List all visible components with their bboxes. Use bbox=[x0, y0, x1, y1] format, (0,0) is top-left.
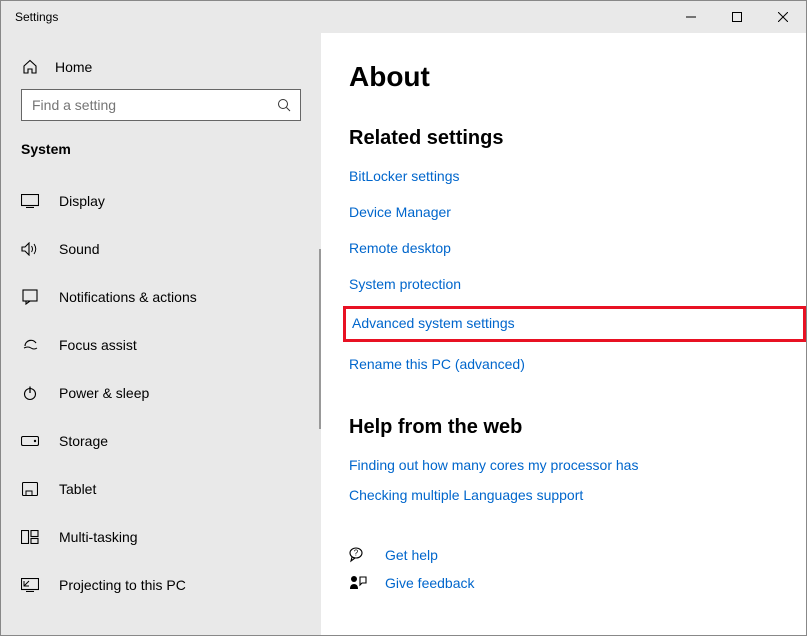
nav-item-power-sleep[interactable]: Power & sleep bbox=[1, 369, 321, 417]
nav-item-sound[interactable]: Sound bbox=[1, 225, 321, 273]
nav-label: Multi-tasking bbox=[59, 529, 138, 545]
nav-item-tablet[interactable]: Tablet bbox=[1, 465, 321, 513]
projecting-icon bbox=[21, 578, 39, 592]
home-button[interactable]: Home bbox=[1, 51, 321, 89]
get-help-icon: ? bbox=[349, 547, 367, 563]
category-label: System bbox=[1, 141, 321, 177]
home-icon bbox=[21, 59, 39, 75]
give-feedback-row[interactable]: Give feedback bbox=[349, 575, 806, 591]
search-input[interactable] bbox=[21, 89, 301, 121]
main-content: About Related settings BitLocker setting… bbox=[321, 33, 806, 635]
related-settings-heading: Related settings bbox=[349, 127, 806, 150]
display-icon bbox=[21, 194, 39, 208]
link-rename-pc[interactable]: Rename this PC (advanced) bbox=[349, 356, 525, 372]
help-from-web-heading: Help from the web bbox=[349, 416, 806, 439]
highlighted-link-box: Advanced system settings bbox=[343, 306, 806, 342]
link-system-protection[interactable]: System protection bbox=[349, 276, 461, 292]
get-help-row[interactable]: ? Get help bbox=[349, 547, 806, 563]
sound-icon bbox=[21, 242, 39, 256]
tablet-icon bbox=[21, 482, 39, 496]
titlebar: Settings bbox=[1, 1, 806, 33]
link-device-manager[interactable]: Device Manager bbox=[349, 204, 451, 220]
minimize-button[interactable] bbox=[668, 1, 714, 33]
nav-item-multitasking[interactable]: Multi-tasking bbox=[1, 513, 321, 561]
nav-label: Tablet bbox=[59, 481, 96, 497]
nav-label: Display bbox=[59, 193, 105, 209]
get-help-label: Get help bbox=[385, 547, 438, 563]
nav-item-display[interactable]: Display bbox=[1, 177, 321, 225]
close-icon bbox=[778, 12, 788, 22]
minimize-icon bbox=[686, 12, 696, 22]
nav-item-projecting[interactable]: Projecting to this PC bbox=[1, 561, 321, 609]
feedback-icon bbox=[349, 575, 367, 591]
page-title: About bbox=[349, 61, 806, 93]
nav-label: Projecting to this PC bbox=[59, 577, 186, 593]
multitasking-icon bbox=[21, 530, 39, 544]
link-help-languages[interactable]: Checking multiple Languages support bbox=[349, 487, 583, 503]
svg-text:?: ? bbox=[354, 549, 359, 558]
related-settings-list: BitLocker settings Device Manager Remote… bbox=[349, 168, 806, 372]
power-icon bbox=[21, 385, 39, 401]
notifications-icon bbox=[21, 289, 39, 305]
link-bitlocker[interactable]: BitLocker settings bbox=[349, 168, 460, 184]
window-title: Settings bbox=[1, 10, 668, 24]
storage-icon bbox=[21, 436, 39, 446]
help-from-web-list: Finding out how many cores my processor … bbox=[349, 457, 806, 503]
nav-label: Sound bbox=[59, 241, 99, 257]
link-remote-desktop[interactable]: Remote desktop bbox=[349, 240, 451, 256]
maximize-button[interactable] bbox=[714, 1, 760, 33]
close-button[interactable] bbox=[760, 1, 806, 33]
nav-label: Power & sleep bbox=[59, 385, 149, 401]
nav-list: Display Sound Notifications & actions Fo… bbox=[1, 177, 321, 609]
nav-item-focus-assist[interactable]: Focus assist bbox=[1, 321, 321, 369]
sidebar: Home System Display Sound Notificat bbox=[1, 33, 321, 635]
link-help-cores[interactable]: Finding out how many cores my processor … bbox=[349, 457, 638, 473]
nav-item-notifications[interactable]: Notifications & actions bbox=[1, 273, 321, 321]
give-feedback-label: Give feedback bbox=[385, 575, 475, 591]
nav-item-storage[interactable]: Storage bbox=[1, 417, 321, 465]
nav-label: Focus assist bbox=[59, 337, 137, 353]
link-advanced-system-settings[interactable]: Advanced system settings bbox=[352, 315, 515, 331]
window-controls bbox=[668, 1, 806, 33]
focus-assist-icon bbox=[21, 337, 39, 353]
maximize-icon bbox=[732, 12, 742, 22]
nav-label: Storage bbox=[59, 433, 108, 449]
nav-label: Notifications & actions bbox=[59, 289, 197, 305]
sidebar-scrollbar[interactable] bbox=[319, 249, 321, 429]
home-label: Home bbox=[55, 59, 92, 75]
